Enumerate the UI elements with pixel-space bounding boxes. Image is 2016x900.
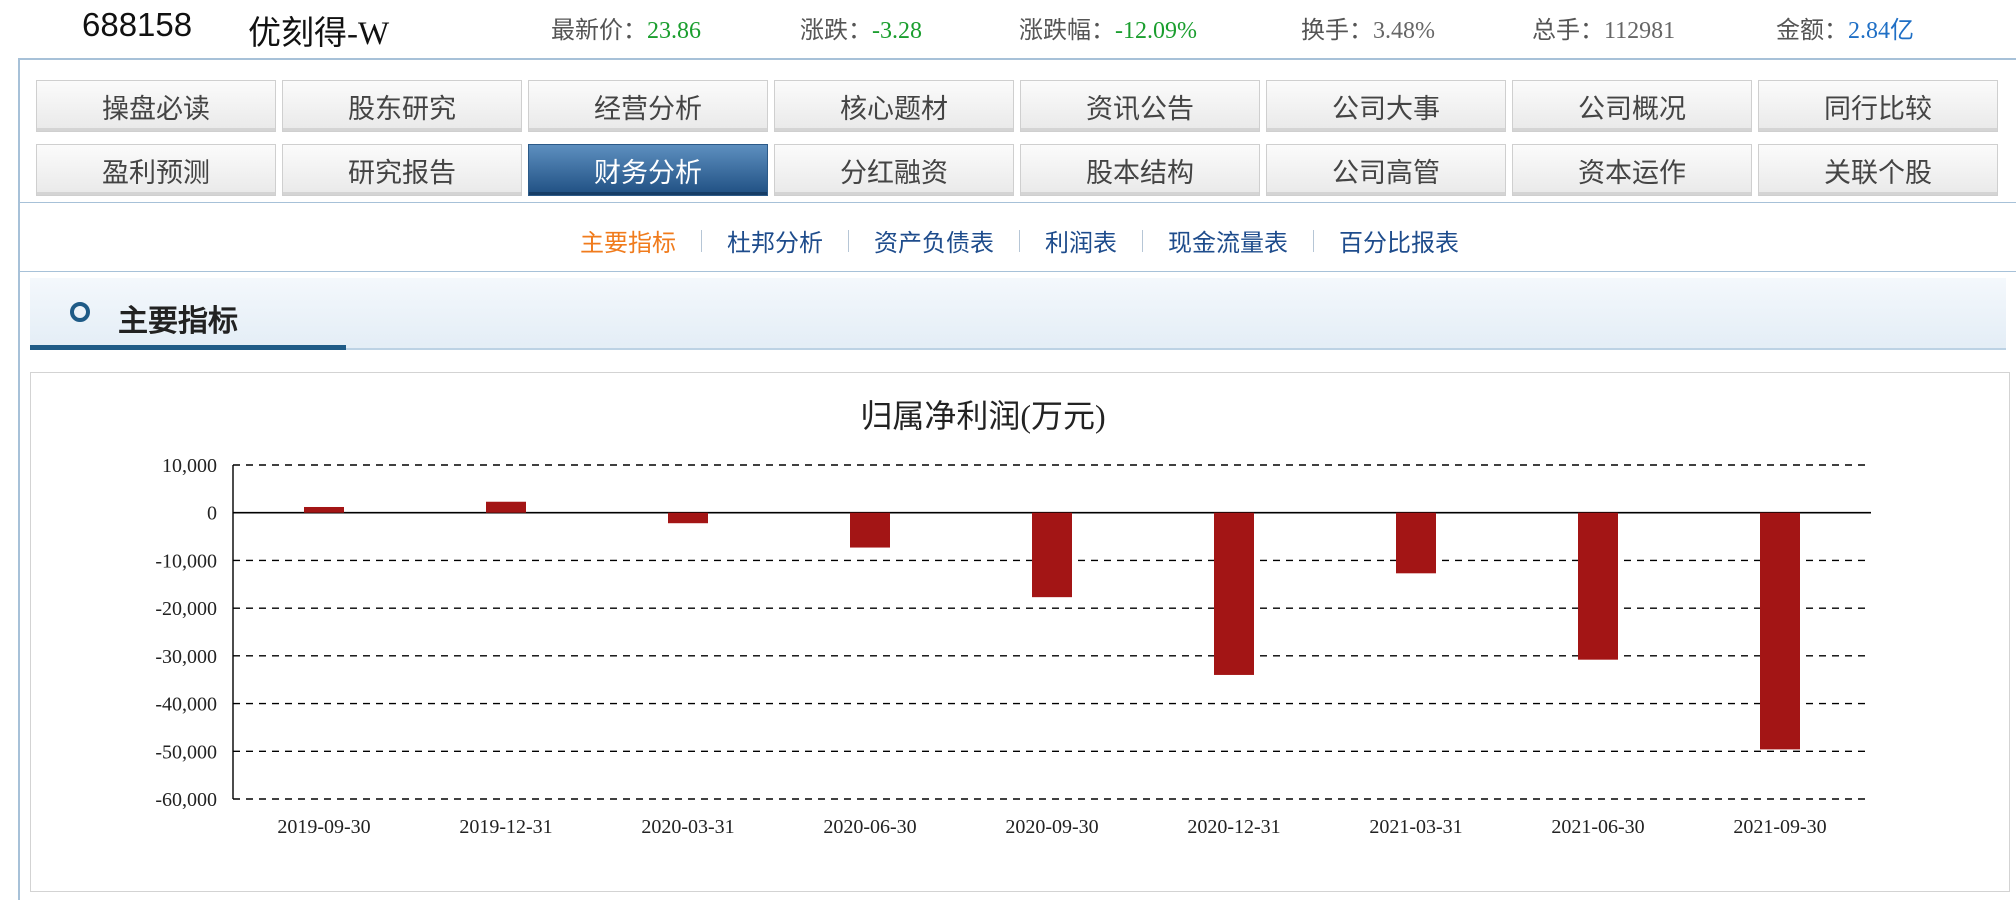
stat-value: 23.86 <box>647 18 701 44</box>
stat-value: 3.48% <box>1373 18 1435 44</box>
tab-peer-comparison[interactable]: 同行比较 <box>1758 80 1998 132</box>
x-tick-label: 2021-06-30 <box>1551 816 1644 838</box>
stock-code: 688158 <box>82 6 193 43</box>
tab-research-reports[interactable]: 研究报告 <box>282 144 522 196</box>
stat-amount: 金额：2.84亿 <box>1776 10 1914 45</box>
stat-turnover: 换手：3.48% <box>1301 10 1435 45</box>
subnav-separator <box>1142 229 1143 252</box>
stat-value: -3.28 <box>872 18 922 44</box>
stat-label: 最新价： <box>551 18 647 44</box>
tab-trading-guide[interactable]: 操盘必读 <box>36 80 276 132</box>
subnav-separator <box>848 229 849 252</box>
stat-label: 换手： <box>1301 18 1373 44</box>
tab-row-1: 操盘必读 股东研究 经营分析 核心题材 资讯公告 公司大事 公司概况 同行比较 <box>36 80 2004 134</box>
stat-value: -12.09% <box>1115 18 1197 44</box>
stat-change: 涨跌：-3.28 <box>800 10 922 45</box>
chart-title: 归属净利润(万元) <box>860 398 1105 434</box>
subnav-percentage-report[interactable]: 百分比报表 <box>1339 223 1459 258</box>
stat-value: 2.84亿 <box>1848 18 1914 44</box>
tab-related-stocks[interactable]: 关联个股 <box>1758 144 1998 196</box>
section-header: 主要指标 <box>30 278 2006 350</box>
bar <box>1760 512 1800 750</box>
tab-row-2: 盈利预测 研究报告 财务分析 分红融资 股本结构 公司高管 资本运作 关联个股 <box>36 144 2004 198</box>
bar <box>1396 512 1436 574</box>
x-tick-label: 2021-03-31 <box>1369 816 1462 838</box>
section-title: 主要指标 <box>118 305 238 338</box>
stock-header: 688158 优刻得-W 最新价：23.86 涨跌：-3.28 涨跌幅：-12.… <box>0 0 2016 52</box>
stat-value: 112981 <box>1604 18 1676 44</box>
section-ring-icon <box>70 302 90 322</box>
tab-business-analysis[interactable]: 经营分析 <box>528 80 768 132</box>
tab-shareholder-research[interactable]: 股东研究 <box>282 80 522 132</box>
y-tick-label: -50,000 <box>155 741 217 763</box>
subnav-balance-sheet[interactable]: 资产负债表 <box>874 223 994 258</box>
bar <box>304 506 344 513</box>
x-tick-label: 2020-09-30 <box>1005 816 1098 838</box>
bar <box>1214 512 1254 675</box>
bar <box>1032 512 1072 598</box>
content-left-border <box>18 270 20 900</box>
stat-latest-price: 最新价：23.86 <box>551 10 701 45</box>
y-tick-label: 10,000 <box>162 455 217 477</box>
bar <box>486 501 526 513</box>
stat-label: 涨跌： <box>800 18 872 44</box>
tab-panel: 操盘必读 股东研究 经营分析 核心题材 资讯公告 公司大事 公司概况 同行比较 … <box>18 58 2016 202</box>
subnav-cash-flow[interactable]: 现金流量表 <box>1168 223 1288 258</box>
stat-volume: 总手：112981 <box>1532 10 1675 45</box>
tab-financial-analysis[interactable]: 财务分析 <box>528 144 768 196</box>
subnav-income-statement[interactable]: 利润表 <box>1045 223 1117 258</box>
y-tick-label: -20,000 <box>155 598 217 620</box>
stat-label: 涨跌幅： <box>1019 18 1115 44</box>
stock-name: 优刻得-W <box>248 16 390 52</box>
tab-core-themes[interactable]: 核心题材 <box>774 80 1014 132</box>
x-tick-label: 2021-09-30 <box>1733 816 1826 838</box>
sub-navigation: 主要指标 杜邦分析 资产负债表 利润表 现金流量表 百分比报表 <box>18 202 2016 272</box>
y-tick-label: -60,000 <box>155 789 217 811</box>
x-tick-label: 2020-12-31 <box>1187 816 1280 838</box>
tab-share-structure[interactable]: 股本结构 <box>1020 144 1260 196</box>
tab-news-announcements[interactable]: 资讯公告 <box>1020 80 1260 132</box>
subnav-items: 主要指标 杜邦分析 资产负债表 利润表 现金流量表 百分比报表 <box>580 223 1459 258</box>
bar <box>1578 512 1618 660</box>
subnav-key-indicators[interactable]: 主要指标 <box>580 223 676 258</box>
stat-label: 总手： <box>1532 18 1604 44</box>
subnav-separator <box>1313 229 1314 252</box>
subnav-separator <box>701 229 702 252</box>
subnav-dupont-analysis[interactable]: 杜邦分析 <box>727 223 823 258</box>
y-tick-label: -30,000 <box>155 646 217 668</box>
x-tick-label: 2019-09-30 <box>277 816 370 838</box>
subnav-separator <box>1019 229 1020 252</box>
tab-company-events[interactable]: 公司大事 <box>1266 80 1506 132</box>
y-tick-label: -10,000 <box>155 550 217 572</box>
chart-container: 归属净利润(万元) 10,000 0 -10,000 -20,000 -30,000 -4… <box>30 372 2010 892</box>
stat-label: 金额： <box>1776 18 1848 44</box>
bar <box>668 512 708 524</box>
y-tick-label: 0 <box>207 503 217 525</box>
stat-change-pct: 涨跌幅：-12.09% <box>1019 10 1197 45</box>
x-tick-label: 2019-12-31 <box>459 816 552 838</box>
x-tick-label: 2020-06-30 <box>823 816 916 838</box>
tab-company-profile[interactable]: 公司概况 <box>1512 80 1752 132</box>
y-tick-label: -40,000 <box>155 694 217 716</box>
net-profit-chart: 归属净利润(万元) 10,000 0 -10,000 -20,000 -30,000 -4… <box>155 398 1871 838</box>
tab-dividends-financing[interactable]: 分红融资 <box>774 144 1014 196</box>
x-tick-label: 2020-03-31 <box>641 816 734 838</box>
bar <box>850 512 890 548</box>
section-underline-accent <box>30 345 346 350</box>
tab-executives[interactable]: 公司高管 <box>1266 144 1506 196</box>
tab-earnings-forecast[interactable]: 盈利预测 <box>36 144 276 196</box>
tab-capital-operations[interactable]: 资本运作 <box>1512 144 1752 196</box>
